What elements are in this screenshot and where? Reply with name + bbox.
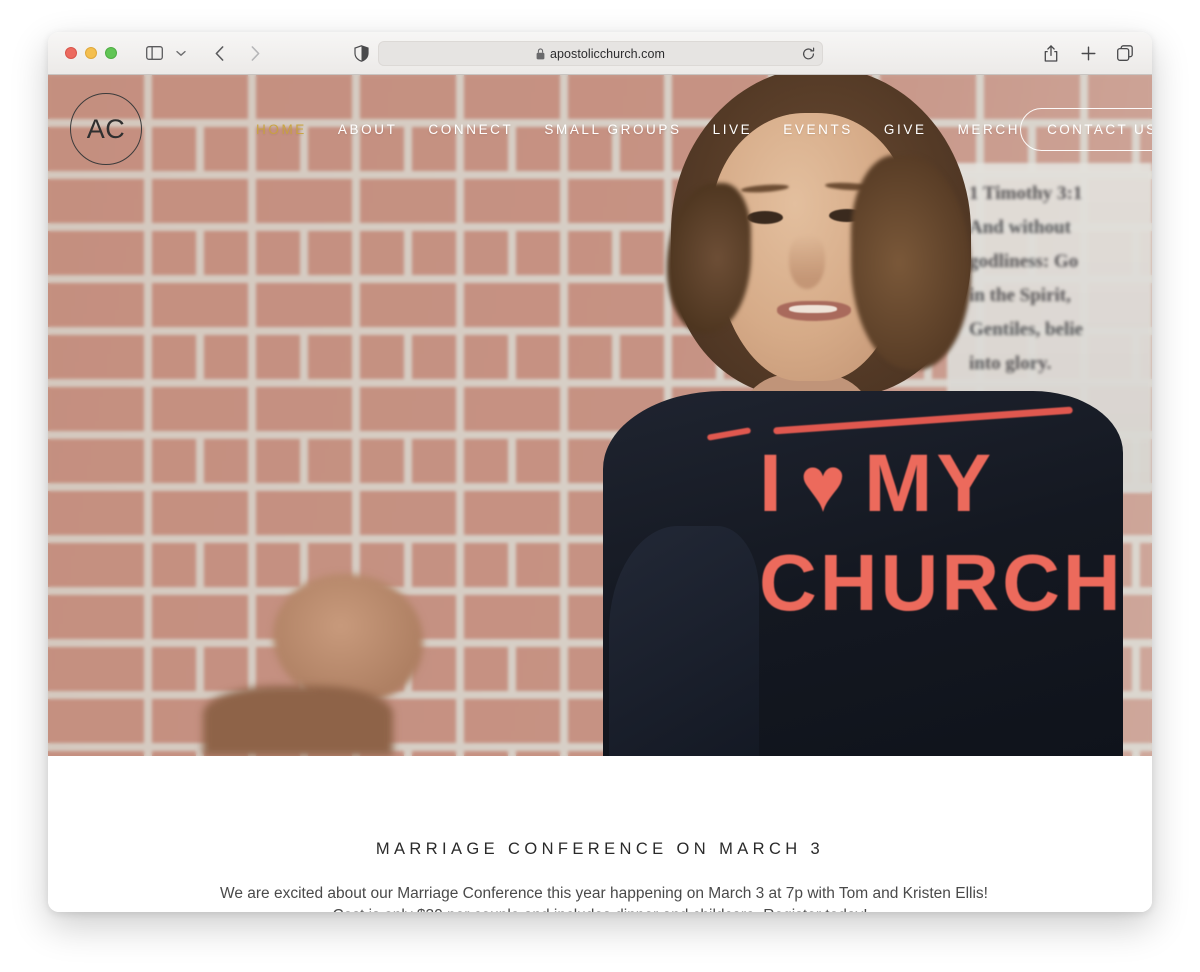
tshirt-word-church: CHURCH [759,543,1124,623]
nav-links: HOME ABOUT CONNECT SMALL GROUPS LIVE EVE… [256,122,1020,137]
nav-item-merch[interactable]: MERCH [958,122,1021,137]
site-logo[interactable]: AC [70,93,142,165]
maximize-window-button[interactable] [105,47,117,59]
nav-item-events[interactable]: EVENTS [783,122,853,137]
close-window-button[interactable] [65,47,77,59]
reload-icon[interactable] [802,47,815,60]
url-text: apostolicchurch.com [550,46,665,61]
back-icon[interactable] [206,41,232,65]
address-bar[interactable]: apostolicchurch.com [378,41,823,66]
minimize-window-button[interactable] [85,47,97,59]
tshirt-sleeve [609,526,759,756]
nose [789,235,825,289]
tshirt-accent-line [773,406,1073,435]
nav-item-give[interactable]: GIVE [884,122,927,137]
nav-item-about[interactable]: ABOUT [338,122,398,137]
site-navigation: AC HOME ABOUT CONNECT SMALL GROUPS LIVE … [48,75,1152,183]
chevron-down-icon[interactable] [168,41,194,65]
nav-item-connect[interactable]: CONNECT [428,122,513,137]
announcement-line-1: We are excited about our Marriage Confer… [220,885,988,902]
site-logo-text: AC [86,113,126,144]
window-controls [65,47,117,59]
share-icon[interactable] [1038,41,1064,65]
forward-icon[interactable] [242,41,268,65]
eye-left [747,211,783,224]
announcement-body: We are excited about our Marriage Confer… [220,883,988,913]
tshirt-word-i: I [759,438,786,529]
toolbar-right-actions [1038,41,1138,65]
browser-toolbar: apostolicchurch.com [48,32,1152,75]
page-viewport: 1 Timothy 3:1 And without godliness: Go … [48,75,1152,912]
navigation-arrows [206,41,268,65]
announcement-line-2: Cost is only $30 per couple and includes… [220,905,980,913]
heart-icon: ♥ [799,440,851,528]
announcement-section: MARRIAGE CONFERENCE ON MARCH 3 We are ex… [48,756,1152,912]
tshirt-line-one: I ♥ MY [759,443,1139,525]
tshirt: I ♥ MY CHURCH [203,391,1123,756]
teeth [789,305,837,313]
nav-item-home[interactable]: HOME [256,122,307,137]
nav-item-small-groups[interactable]: SMALL GROUPS [544,122,681,137]
nav-item-live[interactable]: LIVE [713,122,753,137]
new-tab-icon[interactable] [1075,41,1101,65]
tshirt-accent-line-small [706,427,752,441]
url-content: apostolicchurch.com [536,47,665,61]
shield-icon[interactable] [348,41,374,65]
contact-us-button[interactable]: CONTACT US [1020,107,1152,151]
announcement-title: MARRIAGE CONFERENCE ON MARCH 3 [375,840,825,858]
tshirt-word-my: MY [864,438,996,529]
sidebar-controls [141,41,194,65]
forearm [203,686,393,756]
tshirt-graphic: I ♥ MY CHURCH [759,443,1139,623]
show-tabs-icon[interactable] [1112,41,1138,65]
sidebar-toggle-icon[interactable] [141,41,167,65]
lock-icon [536,47,545,60]
browser-window: apostolicchurch.com 1 Timothy 3:1 And wi… [48,32,1152,912]
hero-section: 1 Timothy 3:1 And without godliness: Go … [48,75,1152,756]
